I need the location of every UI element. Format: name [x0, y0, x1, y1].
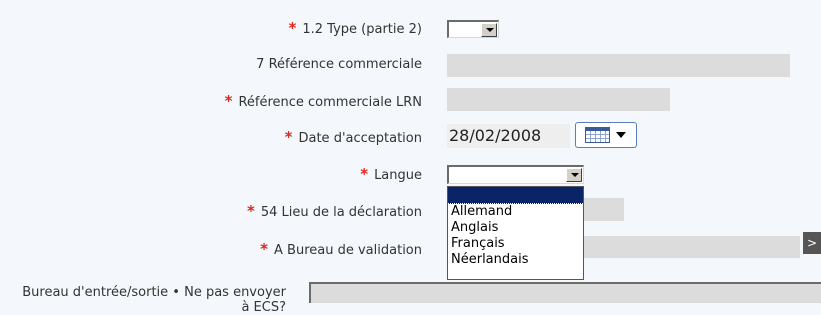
date-input[interactable]: 28/02/2008	[447, 124, 570, 148]
langue-option[interactable]: Français	[448, 236, 583, 252]
chevron-down-icon[interactable]	[566, 168, 582, 182]
type-select[interactable]	[447, 20, 499, 38]
langue-label: * Langue	[360, 165, 422, 183]
required-mark: *	[224, 92, 233, 110]
ref-lrn-label: * Référence commerciale LRN	[224, 92, 422, 110]
langue-option[interactable]: Néerlandais	[448, 252, 583, 268]
langue-option[interactable]: Allemand	[448, 204, 583, 220]
required-mark: *	[360, 165, 369, 183]
ref-commerciale-label: 7 Référence commerciale	[256, 57, 422, 72]
date-label: * Date d'acceptation	[284, 128, 422, 146]
bureau-validation-label: * A Bureau de validation	[260, 240, 422, 258]
type-label: * 1.2 Type (partie 2)	[288, 19, 422, 37]
required-mark: *	[246, 202, 255, 220]
calendar-button[interactable]	[575, 122, 637, 148]
langue-dropdown-list[interactable]: Allemand Anglais Français Néerlandais	[447, 186, 584, 280]
calendar-icon	[585, 127, 610, 143]
ref-lrn-input[interactable]	[447, 88, 670, 111]
ref-commerciale-input[interactable]	[447, 54, 790, 77]
bureau-entree-label: Bureau d'entrée/sortie • Ne pas envoyer …	[22, 285, 286, 315]
chevron-down-icon[interactable]	[481, 23, 497, 37]
bureau-lookup-button[interactable]: >	[803, 232, 821, 254]
required-mark: *	[284, 128, 293, 146]
bureau-validation-input[interactable]	[584, 236, 800, 258]
lieu-label: * 54 Lieu de la déclaration	[246, 202, 422, 220]
required-mark: *	[260, 240, 269, 258]
dropdown-selected-empty-option[interactable]	[448, 187, 583, 204]
bureau-entree-input[interactable]	[309, 282, 821, 303]
langue-select[interactable]	[447, 165, 584, 184]
langue-option[interactable]: Anglais	[448, 220, 583, 236]
lieu-input[interactable]	[584, 198, 624, 221]
chevron-down-icon	[616, 132, 626, 138]
required-mark: *	[288, 19, 297, 37]
